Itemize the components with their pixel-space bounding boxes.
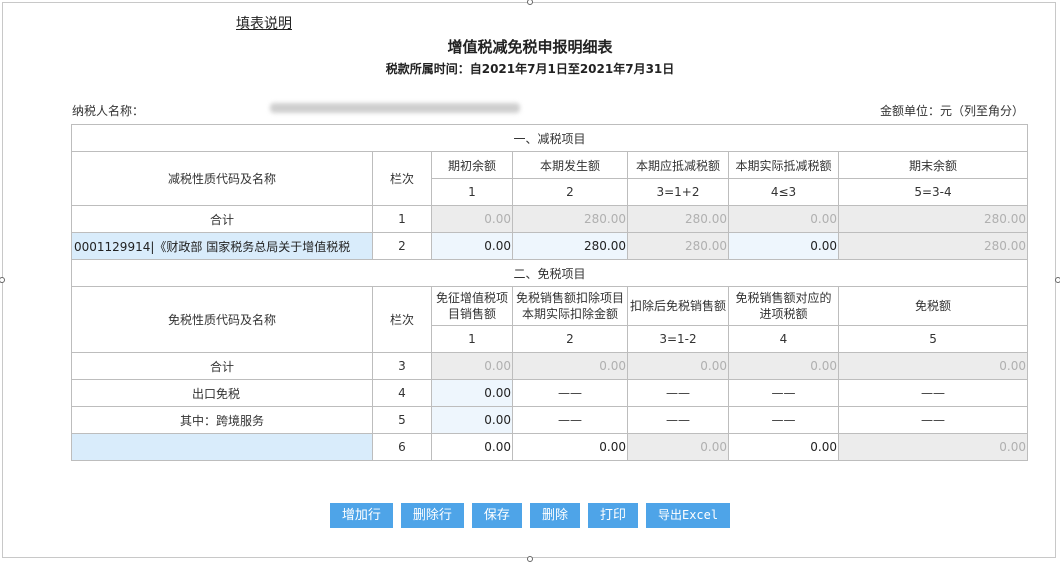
- add-row-button[interactable]: 增加行: [329, 503, 393, 528]
- row-label: 合计: [71, 352, 373, 380]
- readonly-cell: 280.00: [837, 232, 1029, 260]
- readonly-cell: 280.00: [627, 232, 729, 260]
- delete-row-button[interactable]: 删除行: [400, 503, 464, 528]
- table-row: 出口免税 4 0.00 —— —— —— ——: [71, 379, 1029, 407]
- reduction-col-header: 本期实际抵减税额: [728, 151, 839, 179]
- readonly-cell: 0.00: [512, 352, 628, 380]
- delete-button[interactable]: 删除: [529, 503, 580, 528]
- readonly-cell: 0.00: [837, 352, 1029, 380]
- exemption-col-header: 扣除后免税销售额: [627, 286, 729, 326]
- table-row: 0001129914|《财政部 国家税务总局关于增值税税 2 0.00 280.…: [71, 232, 1029, 260]
- table-row: 合计 1 0.00 280.00 280.00 0.00 280.00: [71, 205, 1029, 233]
- amount-input[interactable]: 280.00: [512, 232, 628, 260]
- amount-unit-label: 金额单位：元（列至角分）: [879, 104, 1024, 118]
- exemption-line-header: 栏次: [372, 286, 432, 353]
- exemption-col-formula: 2: [512, 325, 628, 353]
- reduction-col-header: 本期应抵减税额: [627, 151, 729, 179]
- reduction-code-select[interactable]: 0001129914|《财政部 国家税务总局关于增值税税: [71, 232, 373, 260]
- reduction-code-header: 减税性质代码及名称: [71, 151, 373, 206]
- amount-input[interactable]: 0.00: [728, 232, 839, 260]
- exemption-col-formula: 1: [431, 325, 513, 353]
- reduction-col-header: 期末余额: [837, 151, 1029, 179]
- not-applicable-cell: ——: [728, 379, 839, 407]
- row-line-number: 1: [372, 205, 432, 233]
- reduction-col-formula: 5=3-4: [837, 178, 1029, 206]
- row-line-number: 3: [372, 352, 432, 380]
- reduction-col-formula: 4≤3: [728, 178, 839, 206]
- amount-input[interactable]: 0.00: [431, 406, 513, 434]
- exemption-col-formula: 5: [837, 325, 1029, 353]
- readonly-cell: 0.00: [728, 352, 839, 380]
- amount-input[interactable]: 0.00: [728, 433, 839, 461]
- table-row: 6 0.00 0.00 0.00 0.00 0.00: [71, 433, 1029, 461]
- fill-instructions-link[interactable]: 填表说明: [236, 13, 292, 33]
- readonly-cell: 0.00: [837, 433, 1029, 461]
- reduction-col-formula: 1: [431, 178, 513, 206]
- exemption-section-title: 二、免税项目: [70, 259, 1029, 287]
- taxpayer-name-label: 纳税人名称：: [72, 104, 145, 118]
- row-line-number: 2: [372, 232, 432, 260]
- resize-handle-bottom[interactable]: [527, 556, 533, 562]
- page-title: 增值税减免税申报明细表: [447, 38, 613, 56]
- exemption-code-select[interactable]: [71, 433, 373, 461]
- not-applicable-cell: ——: [837, 379, 1029, 407]
- readonly-cell: 0.00: [627, 352, 729, 380]
- exemption-col-header: 免征增值税项目销售额: [431, 286, 513, 326]
- reduction-section-title: 一、减税项目: [70, 124, 1029, 152]
- row-label: 合计: [71, 205, 373, 233]
- exemption-col-header: 免税销售额对应的进项税额: [728, 286, 839, 326]
- tax-period: 税款所属时间：自2021年7月1日至2021年7月31日: [385, 62, 675, 76]
- readonly-cell: 280.00: [837, 205, 1029, 233]
- row-line-number: 5: [372, 406, 432, 434]
- exemption-code-header: 免税性质代码及名称: [71, 286, 373, 353]
- resize-handle-right[interactable]: [1055, 277, 1060, 283]
- readonly-cell: 0.00: [728, 205, 839, 233]
- not-applicable-cell: ——: [837, 406, 1029, 434]
- not-applicable-cell: ——: [627, 379, 729, 407]
- reduction-col-formula: 3=1+2: [627, 178, 729, 206]
- not-applicable-cell: ——: [512, 379, 628, 407]
- exemption-col-formula: 4: [728, 325, 839, 353]
- readonly-cell: 0.00: [431, 205, 513, 233]
- export-excel-button[interactable]: 导出Excel: [645, 503, 731, 528]
- row-label: 其中：跨境服务: [71, 406, 373, 434]
- exemption-col-header: 免税销售额扣除项目本期实际扣除金额: [512, 286, 628, 326]
- amount-input[interactable]: 0.00: [431, 433, 513, 461]
- exemption-col-header: 免税额: [837, 286, 1029, 326]
- table-row: 合计 3 0.00 0.00 0.00 0.00 0.00: [71, 352, 1029, 380]
- amount-input[interactable]: 0.00: [431, 379, 513, 407]
- reduction-exemption-table: 一、减税项目 减税性质代码及名称 栏次 期初余额 本期发生额 本期应抵减税额 本…: [70, 124, 1029, 461]
- amount-input[interactable]: 0.00: [512, 433, 628, 461]
- readonly-cell: 280.00: [512, 205, 628, 233]
- row-line-number: 6: [372, 433, 432, 461]
- reduction-col-header: 期初余额: [431, 151, 513, 179]
- action-toolbar: 增加行 删除行 保存 删除 打印 导出Excel: [0, 503, 1060, 528]
- not-applicable-cell: ——: [512, 406, 628, 434]
- readonly-cell: 0.00: [431, 352, 513, 380]
- not-applicable-cell: ——: [728, 406, 839, 434]
- row-label: 出口免税: [71, 379, 373, 407]
- table-row: 其中：跨境服务 5 0.00 —— —— —— ——: [71, 406, 1029, 434]
- not-applicable-cell: ——: [627, 406, 729, 434]
- readonly-cell: 0.00: [627, 433, 729, 461]
- reduction-col-header: 本期发生额: [512, 151, 628, 179]
- reduction-line-header: 栏次: [372, 151, 432, 206]
- amount-input[interactable]: 0.00: [431, 232, 513, 260]
- save-button[interactable]: 保存: [471, 503, 522, 528]
- row-label-text: 出口免税: [191, 386, 240, 401]
- reduction-col-formula: 2: [512, 178, 628, 206]
- row-line-number: 4: [372, 379, 432, 407]
- taxpayer-name-value-redacted: [270, 103, 520, 113]
- print-button[interactable]: 打印: [587, 503, 638, 528]
- readonly-cell: 280.00: [627, 205, 729, 233]
- exemption-col-formula: 3=1-2: [627, 325, 729, 353]
